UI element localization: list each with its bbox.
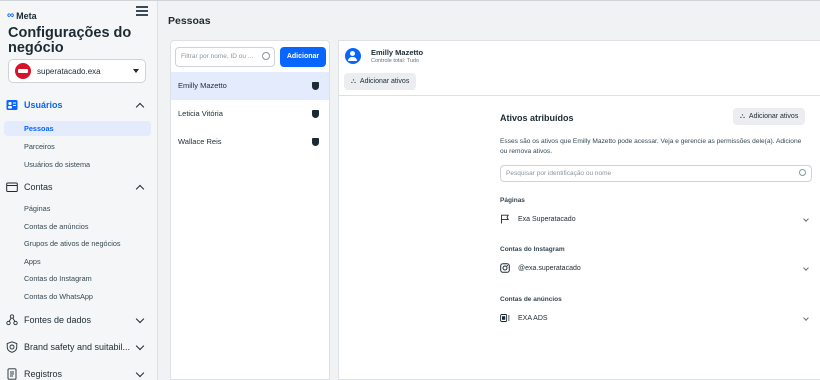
sidebar-section-label: Usuários	[24, 100, 63, 110]
chevron-down-icon	[803, 265, 809, 271]
shield-icon	[312, 138, 319, 146]
asset-row-page[interactable]: Exa Superatacado	[500, 211, 812, 227]
selected-user-name: Emilly Mazetto	[371, 48, 424, 57]
sidebar-item-system-users[interactable]: Usuários do sistema	[24, 160, 90, 169]
chevron-down-icon	[803, 216, 809, 222]
asset-name: @exa.superatacado	[518, 264, 581, 272]
category-label-ad-accounts: Contas de anúncios	[500, 296, 562, 303]
people-icon: ⛬	[740, 112, 745, 120]
person-detail-panel: Emilly Mazetto Controle total: Tudo ⛬ Ad…	[338, 40, 820, 380]
sidebar-section-accounts[interactable]: Contas	[6, 181, 151, 193]
chevron-down-icon	[135, 341, 145, 350]
person-name: Leticia Vitória	[178, 109, 223, 118]
sidebar-section-brand-safety[interactable]: Brand safety and suitabil...	[6, 341, 151, 353]
meta-logo-text: Meta	[16, 10, 37, 21]
sidebar-item-ad-accounts[interactable]: Contas de anúncios	[24, 222, 89, 231]
sidebar-item-whatsapp-accounts[interactable]: Contas do WhatsApp	[24, 292, 93, 301]
accounts-icon	[6, 182, 18, 192]
chevron-down-icon	[135, 368, 145, 377]
shield-icon	[312, 82, 319, 90]
button-label: Adicionar ativos	[748, 113, 799, 120]
add-assets-button[interactable]: ⛬ Adicionar ativos	[733, 108, 806, 125]
button-label: Adicionar ativos	[359, 78, 410, 85]
page-title: Pessoas	[168, 15, 211, 27]
meta-logo[interactable]: ∞ Meta	[7, 10, 37, 21]
asset-name: Exa Superatacado	[518, 215, 576, 223]
users-icon	[6, 100, 18, 110]
chevron-up-icon	[135, 102, 145, 111]
asset-row-instagram[interactable]: @exa.superatacado	[500, 260, 812, 276]
data-sources-icon	[6, 314, 18, 326]
account-name: superatacado.exa	[37, 66, 101, 76]
person-row-emilly[interactable]: Emilly Mazetto	[171, 72, 329, 100]
person-row-wallace[interactable]: Wallace Reis	[171, 128, 329, 156]
chevron-up-icon	[135, 184, 145, 193]
sidebar-section-label: Contas	[24, 182, 53, 192]
sidebar-item-pessoas[interactable]: Pessoas	[4, 121, 151, 136]
sidebar-section-registers[interactable]: Registros	[6, 368, 151, 380]
sidebar-item-pages[interactable]: Páginas	[24, 204, 50, 213]
selected-user-access: Controle total: Tudo	[371, 58, 420, 64]
shield-icon	[312, 110, 319, 118]
sidebar-section-label: Brand safety and suitabil...	[24, 342, 131, 352]
assets-search-input[interactable]: Pesquisar por identificação ou nome	[500, 165, 812, 182]
search-icon	[262, 52, 270, 60]
business-settings-title: Configurações do negócio	[8, 25, 132, 56]
meta-infinity-icon: ∞	[7, 10, 15, 21]
brand-safety-icon	[6, 341, 18, 353]
sidebar-item-parceiros[interactable]: Parceiros	[24, 142, 55, 151]
filter-placeholder: Filtrar por nome, ID ou ...	[181, 53, 254, 60]
asset-row-ad-account[interactable]: EXA ADS	[500, 310, 812, 326]
person-name: Emilly Mazetto	[178, 81, 227, 90]
registers-icon	[7, 368, 17, 380]
sidebar-section-label: Registros	[24, 369, 63, 379]
add-assets-header-button[interactable]: ⛬ Adicionar ativos	[344, 73, 417, 90]
flag-icon	[500, 214, 510, 224]
account-selector[interactable]: superatacado.exa	[8, 59, 146, 83]
instagram-icon	[500, 263, 510, 273]
search-icon	[799, 169, 806, 176]
person-row-leticia[interactable]: Leticia Vitória	[171, 100, 329, 128]
add-person-button[interactable]: Adicionar	[280, 47, 326, 67]
asset-name: EXA ADS	[518, 314, 548, 322]
person-name: Wallace Reis	[178, 137, 222, 146]
people-icon: ⛬	[351, 77, 356, 85]
assigned-assets-title: Ativos atribuídos	[500, 113, 574, 123]
category-label-instagram: Contas do Instagram	[500, 246, 565, 253]
sidebar-section-label: Fontes de dados	[24, 315, 92, 325]
sidebar: ∞ Meta Configurações do negócio superata…	[0, 1, 158, 380]
caret-down-icon	[133, 69, 139, 73]
category-label-pages: Páginas	[500, 197, 525, 204]
ad-account-icon	[500, 313, 510, 323]
person-detail-header: Emilly Mazetto Controle total: Tudo ⛬ Ad…	[339, 41, 820, 96]
hamburger-menu-icon[interactable]	[136, 6, 148, 16]
search-placeholder: Pesquisar por identificação ou nome	[506, 170, 612, 177]
sidebar-section-users[interactable]: Usuários	[6, 99, 151, 111]
chevron-down-icon	[135, 314, 145, 323]
people-list-panel: Filtrar por nome, ID ou ... Adicionar Em…	[170, 40, 330, 380]
sidebar-item-business-asset-groups[interactable]: Grupos de ativos de negócios	[24, 239, 121, 248]
account-avatar	[15, 63, 31, 79]
user-avatar	[345, 48, 361, 64]
sidebar-item-apps[interactable]: Apps	[24, 257, 41, 266]
chevron-down-icon	[803, 315, 809, 321]
sidebar-section-data-sources[interactable]: Fontes de dados	[6, 314, 151, 326]
sidebar-item-instagram-accounts[interactable]: Contas do Instagram	[24, 274, 92, 283]
people-filter-input[interactable]: Filtrar por nome, ID ou ...	[175, 47, 275, 67]
assigned-assets-description: Esses são os ativos que Emilly Mazetto p…	[500, 138, 802, 155]
